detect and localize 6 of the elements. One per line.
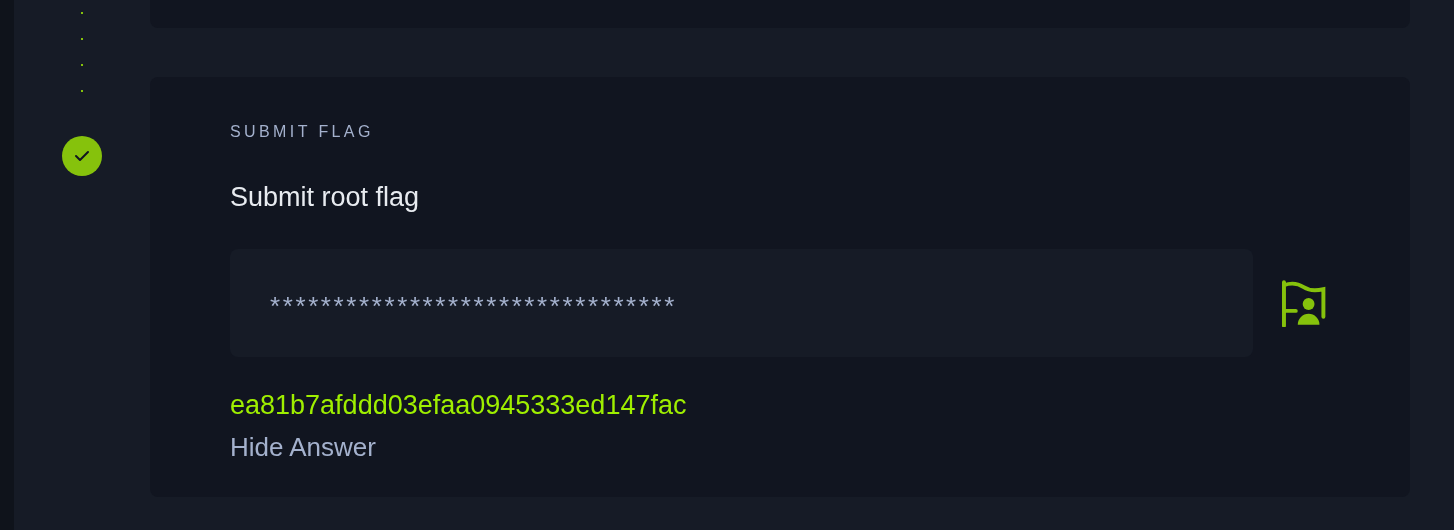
hide-answer-link[interactable]: Hide Answer bbox=[230, 430, 376, 464]
check-icon bbox=[74, 150, 90, 162]
flag-answer: ea81b7afddd03efaa0945333ed147fac bbox=[230, 389, 688, 422]
section-label: SUBMIT FLAG bbox=[230, 122, 375, 142]
task-title: Submit root flag bbox=[230, 181, 421, 214]
flag-input-field[interactable]: ******************************** bbox=[230, 249, 1253, 357]
